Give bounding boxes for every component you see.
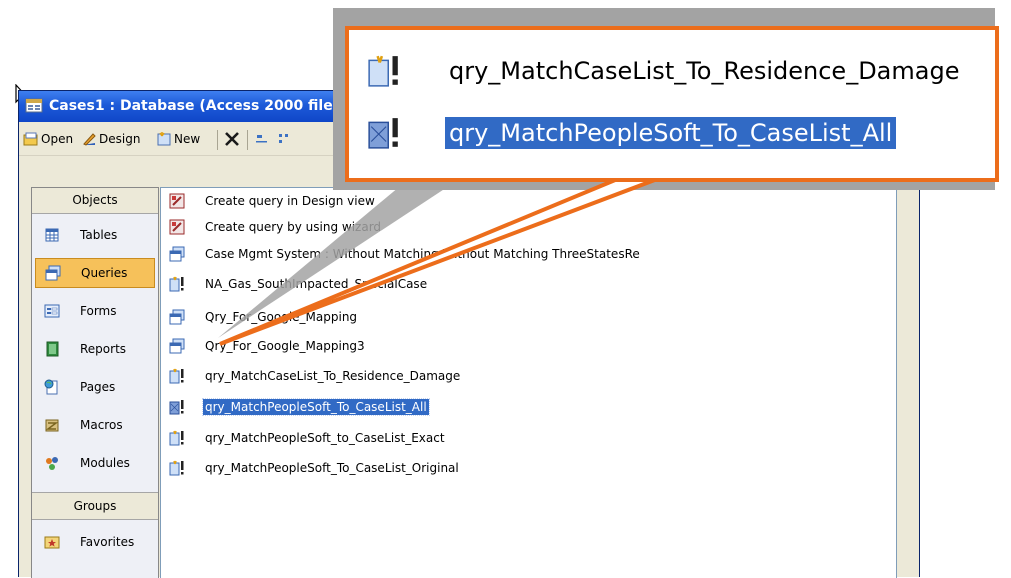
open-button[interactable]: Open	[23, 130, 73, 148]
design-icon	[81, 131, 97, 147]
callout-item-label: qry_MatchPeopleSoft_To_CaseList_All	[445, 117, 897, 149]
objects-item-label: Queries	[81, 266, 128, 280]
large-icons-icon	[254, 131, 270, 147]
action-query-icon	[169, 430, 185, 446]
objects-item-queries[interactable]: Queries	[35, 258, 155, 288]
delete-button[interactable]	[224, 130, 240, 148]
design-label: Design	[99, 132, 141, 146]
list-item-label: Case Mgmt System : Without Matching With…	[205, 246, 640, 261]
list-item-label: qry_MatchCaseList_To_Residence_Damage	[205, 368, 461, 383]
select-query-icon	[169, 309, 185, 325]
list-item-label: qry_MatchPeopleSoft_To_CaseList_All	[202, 397, 430, 416]
list-item-label: Create query in Design view	[205, 193, 375, 208]
open-icon	[23, 131, 39, 147]
toolbar-separator	[247, 130, 248, 150]
list-item[interactable]: Qry_For_Google_Mapping	[169, 307, 359, 326]
list-item[interactable]: qry_MatchPeopleSoft_To_CaseList_Original	[169, 458, 461, 477]
objects-header[interactable]: Objects	[32, 188, 158, 214]
action-query-icon	[367, 116, 401, 150]
list-item[interactable]: NA_Gas_SouthImpacted_SpecialCase	[169, 274, 429, 293]
list-item[interactable]: Case Mgmt System : Without Matching With…	[169, 244, 642, 263]
action-query-icon	[169, 276, 185, 292]
wizard-icon	[169, 193, 185, 209]
action-query-icon	[169, 368, 185, 384]
list-item-label: qry_MatchPeopleSoft_To_CaseList_Original	[205, 460, 459, 475]
objects-item-modules[interactable]: Modules	[35, 448, 155, 478]
objects-item-label: Pages	[80, 380, 116, 394]
wizard-icon	[169, 219, 185, 235]
new-label: New	[174, 132, 201, 146]
query-list: Create query in Design view Create query…	[160, 187, 897, 578]
design-button[interactable]: Design	[81, 130, 140, 148]
objects-item-label: Reports	[80, 342, 127, 356]
groups-item-label: Favorites	[80, 535, 135, 549]
report-icon	[44, 341, 60, 357]
list-item-label: Qry_For_Google_Mapping	[205, 309, 358, 324]
query-icon	[45, 265, 61, 281]
new-button[interactable]: New	[156, 130, 200, 148]
select-query-icon	[169, 246, 185, 262]
objects-item-tables[interactable]: Tables	[35, 220, 155, 250]
objects-item-label: Forms	[80, 304, 117, 318]
action-query-icon	[169, 460, 185, 476]
delete-icon	[224, 131, 240, 147]
zoom-callout: qry_MatchCaseList_To_Residence_Damage qr…	[345, 26, 999, 182]
list-item[interactable]: Qry_For_Google_Mapping3	[169, 336, 367, 355]
list-item-label: NA_Gas_SouthImpacted_SpecialCase	[205, 276, 428, 291]
list-item[interactable]: qry_MatchCaseList_To_Residence_Damage	[169, 366, 462, 385]
form-icon	[44, 303, 60, 319]
open-label: Open	[41, 132, 74, 146]
objects-item-macros[interactable]: Macros	[35, 410, 155, 440]
callout-item[interactable]: qry_MatchCaseList_To_Residence_Damage	[367, 54, 963, 88]
objects-item-forms[interactable]: Forms	[35, 296, 155, 326]
objects-item-reports[interactable]: Reports	[35, 334, 155, 364]
page-icon	[44, 379, 60, 395]
action-query-icon	[169, 399, 185, 415]
list-item-selected[interactable]: qry_MatchPeopleSoft_To_CaseList_All	[169, 397, 430, 416]
small-icons-icon	[277, 131, 293, 147]
groups-item-favorites[interactable]: Favorites	[35, 527, 155, 557]
module-icon	[44, 455, 60, 471]
new-icon	[156, 131, 172, 147]
toolbar-separator	[217, 130, 218, 150]
favorites-icon	[44, 534, 60, 550]
objects-bar: Objects Tables Queries Forms Reports Pag…	[31, 187, 159, 578]
window-title: Cases1 : Database (Access 2000 file	[49, 98, 333, 114]
macro-icon	[44, 417, 60, 433]
small-icons-button[interactable]	[277, 130, 293, 148]
large-icons-button[interactable]	[254, 130, 270, 148]
objects-item-label: Tables	[80, 228, 118, 242]
groups-header[interactable]: Groups	[32, 492, 158, 520]
objects-item-label: Modules	[80, 456, 130, 470]
list-item-label: Create query by using wizard	[205, 219, 382, 234]
action-query-icon	[367, 54, 401, 88]
objects-item-pages[interactable]: Pages	[35, 372, 155, 402]
list-item[interactable]: Create query by using wizard	[169, 217, 383, 236]
list-item[interactable]: Create query in Design view	[169, 191, 377, 210]
objects-item-label: Macros	[80, 418, 123, 432]
list-item[interactable]: qry_MatchPeopleSoft_to_CaseList_Exact	[169, 428, 447, 447]
database-icon	[25, 98, 43, 113]
callout-item-label: qry_MatchCaseList_To_Residence_Damage	[449, 57, 960, 85]
table-icon	[44, 227, 60, 243]
list-item-label: qry_MatchPeopleSoft_to_CaseList_Exact	[205, 430, 445, 445]
list-item-label: Qry_For_Google_Mapping3	[205, 338, 365, 353]
select-query-icon	[169, 338, 185, 354]
callout-item-selected[interactable]: qry_MatchPeopleSoft_To_CaseList_All	[367, 116, 897, 150]
